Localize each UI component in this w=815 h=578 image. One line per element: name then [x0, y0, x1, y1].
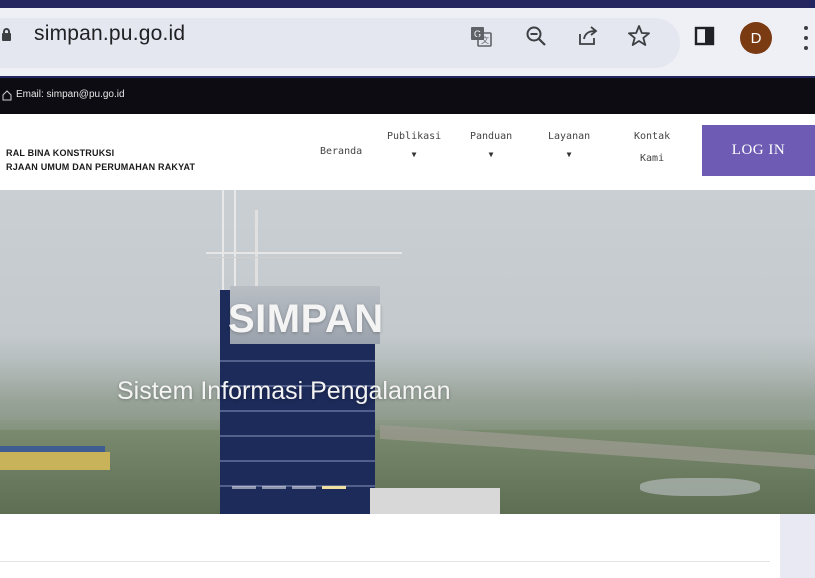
lock-icon[interactable] [2, 28, 11, 41]
carousel-indicator[interactable] [232, 486, 256, 489]
side-panel [780, 514, 815, 578]
side-panel-icon[interactable] [693, 24, 717, 48]
nav-kontak-kami[interactable]: Kontak Kami [634, 131, 670, 164]
hero-warehouse [0, 452, 110, 470]
org-name-line1: RAL BINA KONSTRUKSI [6, 148, 115, 158]
tower-floor [220, 435, 375, 437]
nav-kontak-label: Kontak [634, 131, 671, 142]
hero-subtitle: Sistem Informasi Pengalaman [117, 377, 451, 405]
chevron-down-icon: ▼ [488, 150, 494, 159]
hero-title: SIMPAN [228, 297, 384, 341]
nav-panduan[interactable]: Panduan ▼ [470, 131, 512, 159]
crane-jib [206, 252, 402, 258]
tower-floor [220, 410, 375, 412]
chevron-down-icon: ▼ [411, 150, 417, 159]
nav-panduan-label: Panduan [470, 131, 513, 142]
tower-floor [220, 360, 375, 362]
carousel-indicator-active[interactable] [322, 486, 346, 489]
translate-icon[interactable]: G文 [469, 24, 493, 48]
address-bar-url[interactable]: simpan.pu.go.id [34, 22, 185, 46]
more-menu-icon[interactable] [803, 26, 809, 50]
nav-publikasi-label: Publikasi [387, 131, 442, 142]
nav-kami-label: Kami [640, 153, 665, 164]
nav-beranda[interactable]: Beranda [320, 146, 362, 157]
tower-floor [220, 460, 375, 462]
nav-beranda-label: Beranda [320, 146, 363, 157]
svg-text:文: 文 [481, 35, 489, 45]
nav-layanan[interactable]: Layanan ▼ [548, 131, 590, 159]
zoom-out-icon[interactable] [524, 24, 548, 48]
share-icon[interactable] [576, 24, 600, 48]
org-name-line2: RJAAN UMUM DAN PERUMAHAN RAKYAT [6, 162, 196, 172]
bookmark-star-icon[interactable] [627, 24, 651, 48]
carousel-indicator[interactable] [292, 486, 316, 489]
carousel-indicator[interactable] [262, 486, 286, 489]
chevron-down-icon: ▼ [566, 150, 572, 159]
home-icon [2, 90, 12, 101]
hero-banner [0, 190, 815, 514]
top-info-bar: Email: simpan@pu.go.id [0, 78, 815, 114]
hero-low-building [370, 488, 500, 514]
profile-avatar[interactable]: D [740, 22, 772, 54]
nav-layanan-label: Layanan [548, 131, 591, 142]
login-button[interactable]: LOG IN [702, 125, 815, 176]
divider [0, 561, 770, 562]
crane-mast-secondary [255, 210, 258, 290]
nav-publikasi[interactable]: Publikasi ▼ [387, 131, 441, 159]
carousel-indicators [232, 486, 346, 489]
content-card [0, 514, 780, 578]
contact-email[interactable]: Email: simpan@pu.go.id [16, 89, 125, 100]
hero-pond [640, 478, 760, 496]
